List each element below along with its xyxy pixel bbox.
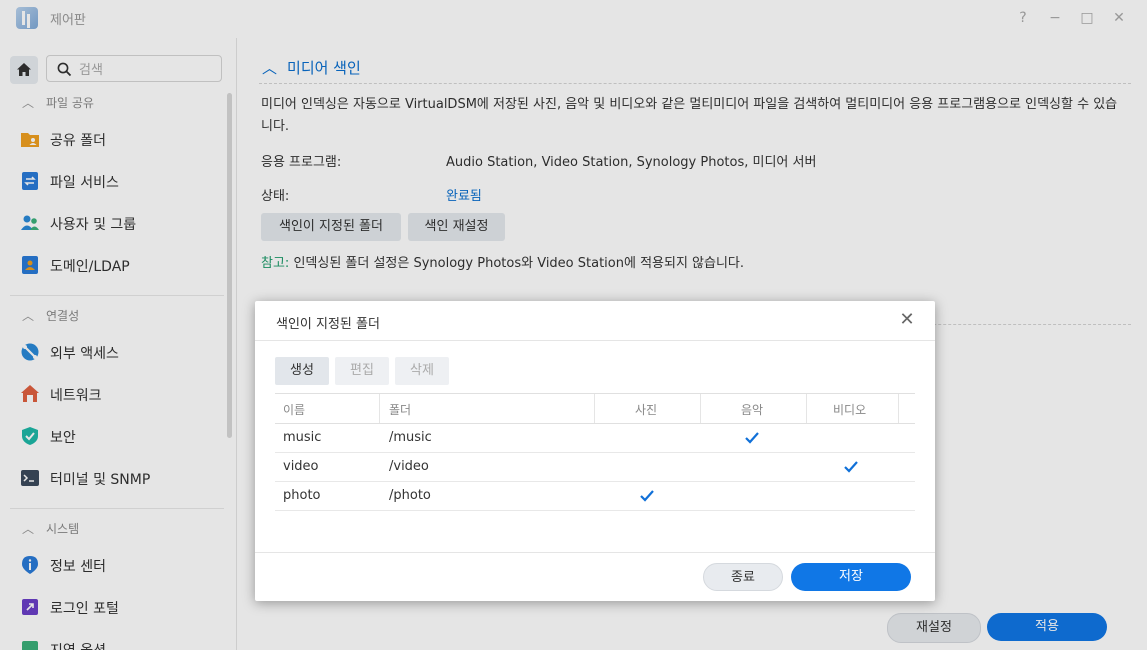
checkmark-icon — [640, 490, 654, 502]
column-divider — [379, 394, 380, 423]
create-button[interactable]: 생성 — [275, 357, 329, 385]
dialog-header-divider — [255, 340, 935, 341]
table-row[interactable]: video /video — [275, 453, 915, 482]
edit-button[interactable]: 편집 — [335, 357, 389, 385]
column-divider — [594, 394, 595, 423]
table-header: 이름 폴더 사진 음악 비디오 — [275, 393, 915, 424]
column-header-photo[interactable]: 사진 — [635, 401, 657, 418]
column-divider — [806, 394, 807, 423]
row-name: video — [283, 459, 319, 474]
dialog-save-button[interactable]: 저장 — [791, 563, 911, 591]
row-name: photo — [283, 488, 321, 503]
row-folder: /music — [389, 430, 432, 445]
column-header-video[interactable]: 비디오 — [833, 401, 866, 418]
delete-button[interactable]: 삭제 — [395, 357, 449, 385]
indexed-folder-dialog: 색인이 지정된 폴더 ✕ 생성 편집 삭제 이름 폴더 사진 음악 비디오 mu… — [255, 301, 935, 601]
row-name: music — [283, 430, 322, 445]
table-row[interactable]: music /music — [275, 424, 915, 453]
dialog-close-button[interactable]: 종료 — [703, 563, 783, 591]
column-divider — [898, 394, 899, 423]
column-header-name[interactable]: 이름 — [283, 401, 305, 418]
checkmark-icon — [844, 461, 858, 473]
table-row[interactable]: photo /photo — [275, 482, 915, 511]
checkmark-icon — [745, 432, 759, 444]
row-folder: /photo — [389, 488, 431, 503]
indexed-folder-table: 이름 폴더 사진 음악 비디오 music /music video /vide… — [275, 393, 915, 511]
column-header-folder[interactable]: 폴더 — [389, 401, 411, 418]
column-header-music[interactable]: 음악 — [741, 401, 763, 418]
close-icon[interactable]: ✕ — [897, 310, 917, 330]
dialog-title: 색인이 지정된 폴더 — [276, 317, 380, 332]
dialog-footer-divider — [255, 552, 935, 553]
column-divider — [700, 394, 701, 423]
row-folder: /video — [389, 459, 429, 474]
